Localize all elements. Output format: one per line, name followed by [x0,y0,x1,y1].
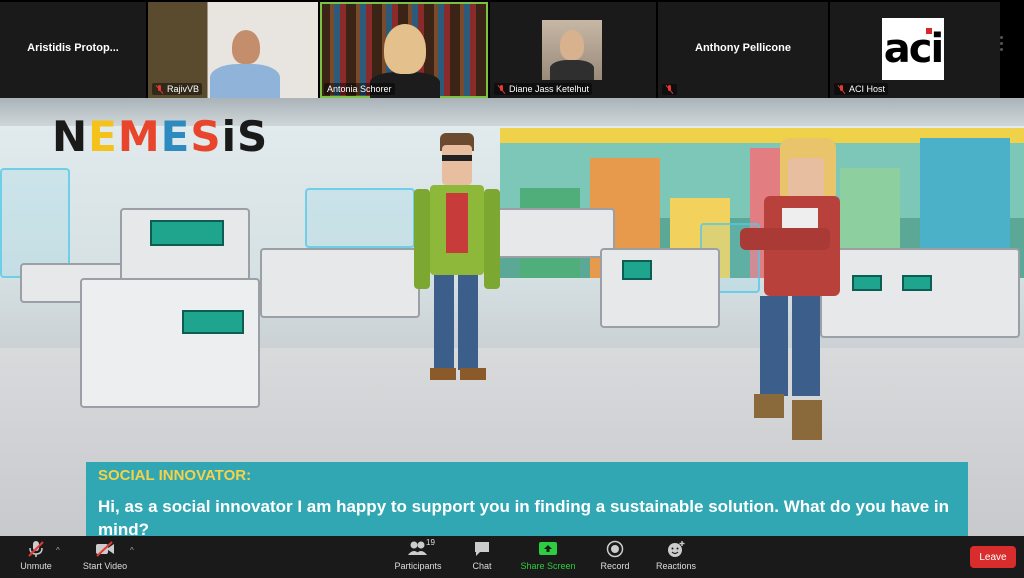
participant-tile-antonia[interactable]: Antonia Schorer [320,2,488,98]
record-label: Record [600,561,630,571]
share-screen-icon [518,540,578,558]
meeting-toolbar: Unmute ^ Start Video ^ 19 Participants C… [0,536,1024,578]
participants-icon: 19 [392,538,444,558]
participant-tile-aristidis[interactable]: Aristidis Protop... [0,2,146,98]
participant-face [232,30,260,64]
participant-label: Antonia Schorer [324,83,395,95]
chat-label: Chat [472,561,492,571]
mic-muted-icon [14,540,58,558]
participants-count: 19 [426,538,435,547]
character-social-innovator [730,138,860,448]
mic-muted-icon [665,85,674,94]
nemesis-logo: NEMESiS [52,112,269,161]
aci-logo: aci [882,18,944,80]
start-video-button[interactable]: Start Video [78,540,132,571]
mic-muted-icon [837,84,846,94]
video-options-caret-icon[interactable]: ^ [130,546,134,555]
control-console [600,248,720,328]
participant-strip: Aristidis Protop... RajivVB Antonia Scho… [0,0,1024,98]
participant-tile-diane[interactable]: Diane Jass Ketelhut [490,2,656,98]
control-console [260,248,420,318]
record-button[interactable]: Record [598,540,632,571]
mic-muted-icon [497,84,506,94]
share-screen-label: Share Screen [520,561,576,571]
participant-name: Antonia Schorer [327,84,392,94]
dialogue-speaker: SOCIAL INNOVATOR: [98,467,252,484]
smiley-plus-icon [654,540,698,558]
video-off-icon [78,540,132,558]
control-console [495,208,615,258]
dialogue-box[interactable]: SOCIAL INNOVATOR: Hi, as a social innova… [86,462,968,536]
participant-video [210,64,280,98]
more-options-icon[interactable] [996,36,1006,54]
participant-label: Diane Jass Ketelhut [494,83,593,95]
audio-options-caret-icon[interactable]: ^ [56,546,60,555]
character-player [410,133,500,383]
unmute-label: Unmute [20,561,52,571]
participant-label: RajivVB [152,83,203,95]
participant-name: ACI Host [849,84,886,94]
participant-tile-rajiv[interactable]: RajivVB [148,2,318,98]
reactions-button[interactable]: Reactions [654,540,698,571]
participant-face [384,24,426,74]
leave-button[interactable]: Leave [970,546,1016,568]
hologram-panel [0,168,70,278]
unmute-button[interactable]: Unmute [14,540,58,571]
hologram-panel [305,188,415,248]
start-video-label: Start Video [82,561,128,571]
participant-name: Anthony Pellicone [695,42,791,54]
participant-name: RajivVB [167,84,200,94]
control-console [80,278,260,408]
participant-video [542,20,602,80]
participants-label: Participants [394,561,442,571]
record-icon [598,540,632,558]
chat-icon [466,540,498,558]
participant-name: Aristidis Protop... [27,42,119,54]
participant-label: ACI Host [834,83,889,95]
participant-tile-anthony[interactable]: Anthony Pellicone [658,2,828,98]
mic-muted-icon [155,84,164,94]
chat-button[interactable]: Chat [466,540,498,571]
dialogue-text: Hi, as a social innovator I am happy to … [98,497,950,536]
share-screen-button[interactable]: Share Screen [518,540,578,571]
participants-button[interactable]: 19 Participants [392,538,444,571]
reactions-label: Reactions [655,561,697,571]
participant-name: Diane Jass Ketelhut [509,84,590,94]
participant-label [662,84,677,95]
